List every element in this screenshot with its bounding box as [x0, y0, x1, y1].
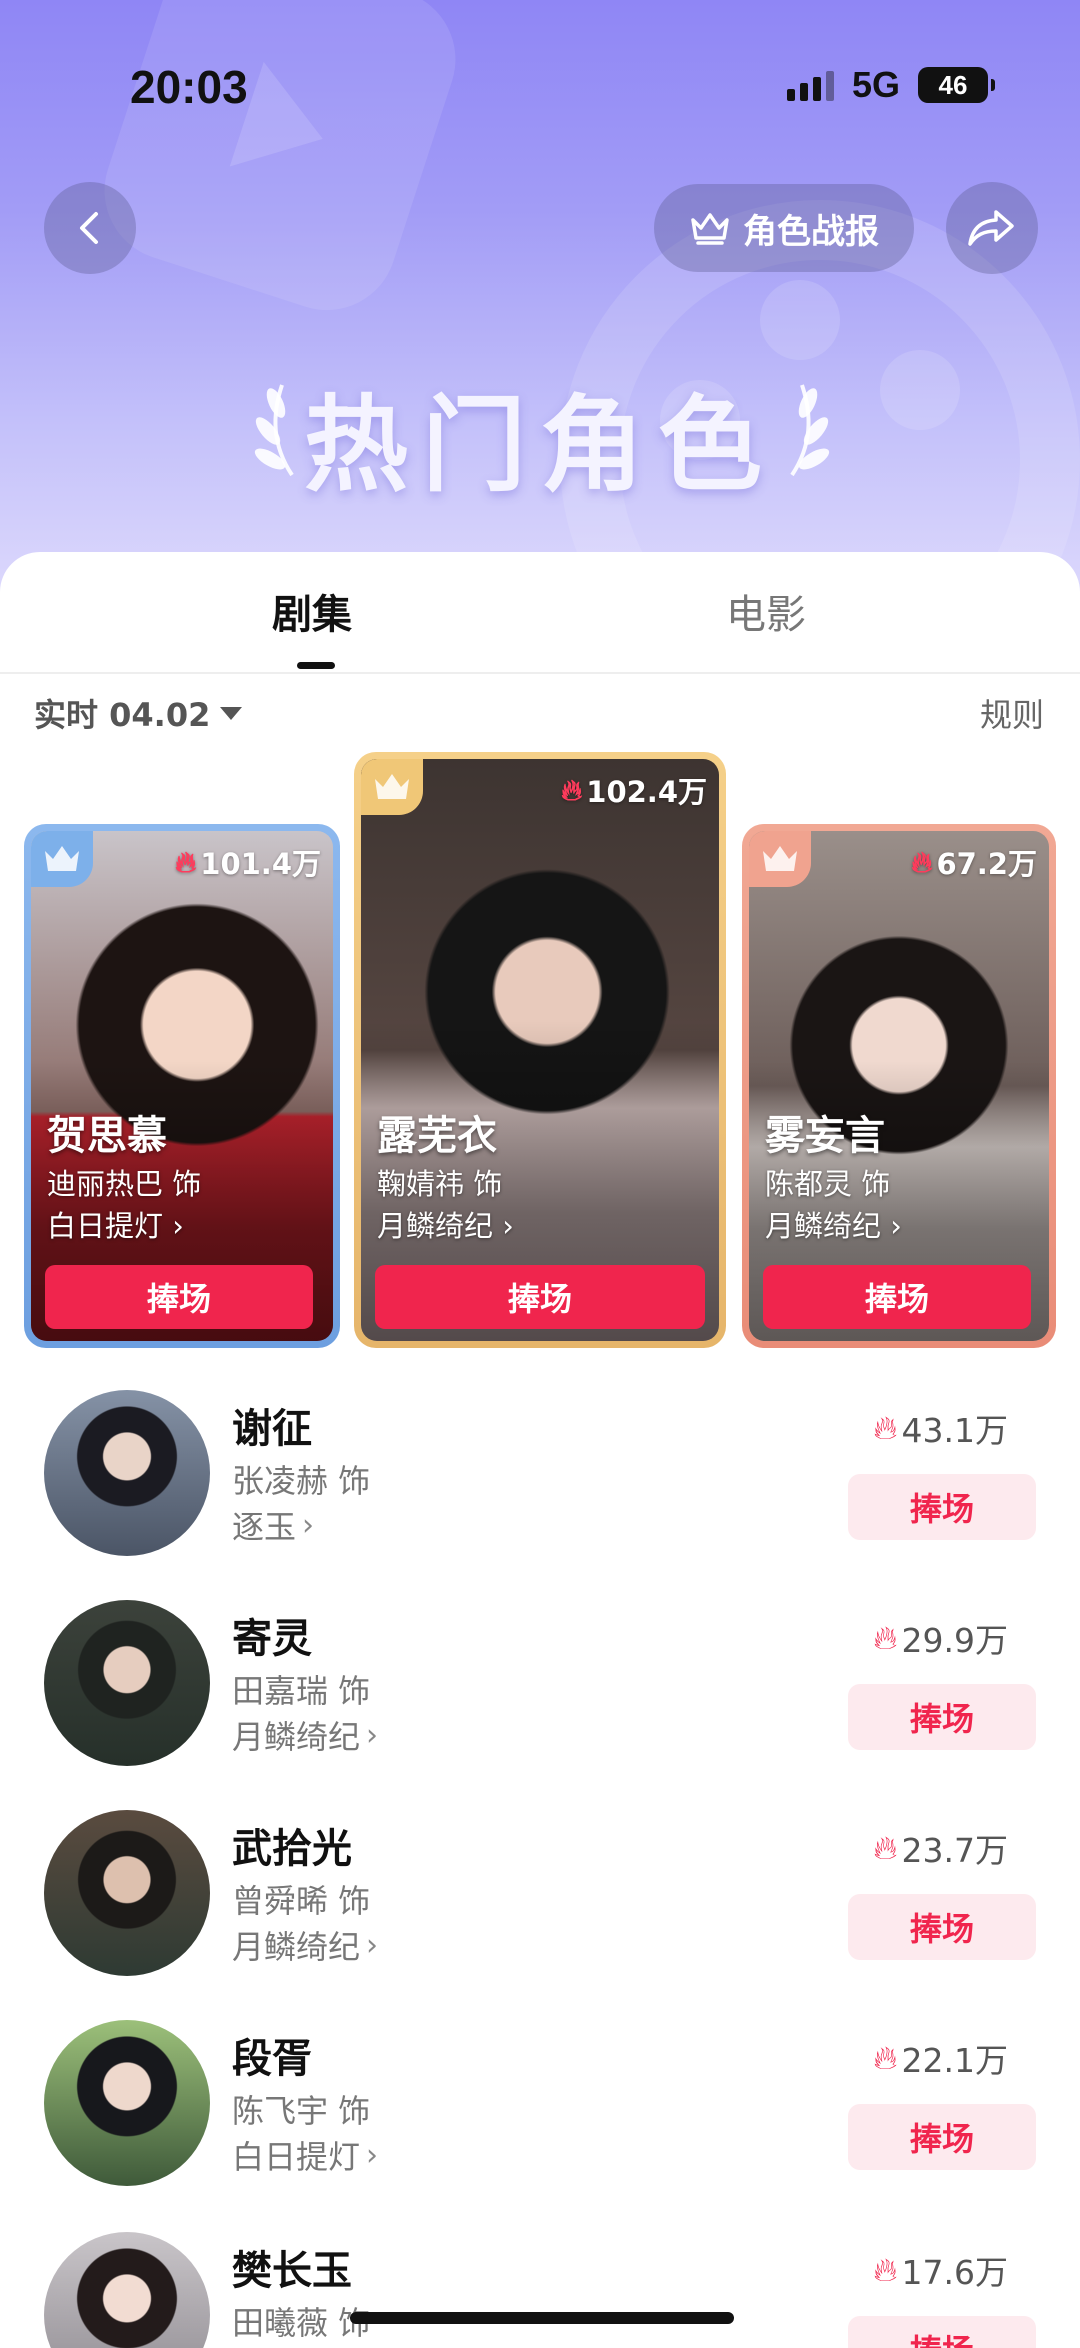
heat-value: 🔥︎ 102.4万 — [560, 772, 707, 810]
cheer-button[interactable]: 捧场 — [763, 1265, 1031, 1329]
avatar[interactable] — [44, 2020, 210, 2186]
battery-icon: 46 — [918, 67, 995, 103]
role-report-button[interactable]: 角色战报 — [654, 184, 914, 272]
list-item[interactable]: 段胥 陈飞宇 饰 白日提灯 › 🔥︎ 22.1万 捧场 — [0, 2020, 1080, 2190]
share-button[interactable] — [946, 182, 1038, 274]
actor-name: 鞠婧祎 饰 — [377, 1167, 503, 1201]
crown-gold-icon — [361, 759, 423, 815]
avatar[interactable] — [44, 1810, 210, 1976]
cheer-button[interactable]: 捧场 — [848, 2104, 1036, 2170]
heat-value: 🔥︎ 29.9万 — [873, 1618, 1008, 1660]
tab-movies[interactable]: 电影 — [726, 582, 806, 640]
top-card-rank-2[interactable]: 🔥︎ 101.4万 贺思慕 迪丽热巴 饰 白日提灯 › 捧场 — [24, 824, 340, 1348]
rules-link[interactable]: 规则 — [980, 690, 1044, 736]
character-name: 露芜衣 — [377, 1113, 497, 1159]
character-name: 武拾光 — [232, 1826, 352, 1872]
role-report-label: 角色战报 — [743, 211, 879, 252]
cheer-button[interactable]: 捧场 — [375, 1265, 705, 1329]
chevron-right-icon: › — [890, 1209, 902, 1243]
show-link[interactable]: 逐玉 › — [232, 1502, 314, 1548]
heat-value: 🔥︎ 22.1万 — [873, 2038, 1008, 2080]
avatar[interactable] — [44, 2232, 210, 2348]
list-item[interactable]: 谢征 张凌赫 饰 逐玉 › 🔥︎ 43.1万 捧场 — [0, 1390, 1080, 1560]
crown-bronze-icon — [749, 831, 811, 887]
heat-value: 🔥︎ 17.6万 — [873, 2250, 1008, 2292]
show-link[interactable]: 白日提灯 › — [232, 2132, 378, 2178]
show-link[interactable]: 月鳞绮纪 › — [232, 1712, 378, 1758]
heat-value: 🔥︎ 101.4万 — [174, 844, 321, 882]
cheer-button[interactable]: 捧场 — [848, 1474, 1036, 1540]
tab-active-indicator — [297, 662, 335, 669]
show-link[interactable]: 月鳞绮纪 › — [765, 1203, 902, 1245]
flame-icon: 🔥︎ — [873, 1828, 898, 1867]
cheer-button[interactable]: 捧场 — [848, 1684, 1036, 1750]
character-name: 寄灵 — [232, 1616, 312, 1662]
flame-icon: 🔥︎ — [873, 2038, 898, 2077]
chevron-right-icon: › — [502, 1209, 514, 1243]
flame-icon: 🔥︎ — [560, 772, 583, 807]
list-item[interactable]: 武拾光 曾舜晞 饰 月鳞绮纪 › 🔥︎ 23.7万 捧场 — [0, 1810, 1080, 1980]
list-item[interactable]: 寄灵 田嘉瑞 饰 月鳞绮纪 › 🔥︎ 29.9万 捧场 — [0, 1600, 1080, 1770]
flame-icon: 🔥︎ — [873, 1408, 898, 1447]
cheer-button[interactable]: 捧场 — [848, 1894, 1036, 1960]
share-icon — [968, 210, 1014, 246]
character-name: 贺思慕 — [47, 1113, 167, 1159]
caret-down-icon — [220, 706, 243, 720]
top-card-rank-3[interactable]: 🔥︎ 67.2万 雾妄言 陈都灵 饰 月鳞绮纪 › 捧场 — [742, 824, 1056, 1348]
avatar[interactable] — [44, 1390, 210, 1556]
signal-icon — [786, 69, 834, 101]
list-item[interactable]: 樊长玉 田曦薇 饰 🔥︎17.6万 捧场 — [0, 2232, 1080, 2348]
network-type: 5G — [851, 64, 900, 105]
avatar[interactable] — [44, 1600, 210, 1766]
flame-icon: 🔥︎ — [873, 1618, 898, 1657]
actor-name: 田嘉瑞 饰 — [232, 1672, 371, 1710]
laurel-right-icon — [790, 384, 830, 477]
divider — [0, 672, 1080, 674]
crown-icon — [691, 213, 729, 245]
flame-icon: 🔥︎ — [911, 844, 933, 879]
tab-bar: 剧集 电影 — [0, 582, 1080, 672]
cheer-button[interactable]: 捧场 — [45, 1265, 313, 1329]
back-button[interactable] — [44, 182, 136, 274]
show-link[interactable]: 白日提灯 › — [47, 1203, 184, 1245]
cheer-button[interactable]: 捧场 — [848, 2316, 1036, 2348]
character-name: 樊长玉 — [232, 2248, 352, 2294]
play-decoration-icon — [86, 0, 474, 329]
chevron-left-icon — [80, 212, 98, 244]
flame-icon: 🔥︎ — [873, 2250, 898, 2289]
character-name: 雾妄言 — [765, 1113, 885, 1159]
show-link[interactable]: 月鳞绮纪 › — [232, 1922, 378, 1968]
time-filter-label: 实时 04.02 — [34, 696, 211, 734]
heat-value: 🔥︎ 23.7万 — [873, 1828, 1008, 1870]
chevron-right-icon: › — [366, 1717, 379, 1753]
character-name: 段胥 — [232, 2036, 312, 2082]
character-name: 谢征 — [232, 1406, 312, 1452]
actor-name: 陈飞宇 饰 — [232, 2092, 371, 2130]
status-indicators: 5G 46 — [786, 64, 995, 106]
tab-series[interactable]: 剧集 — [272, 582, 352, 640]
actor-name: 陈都灵 饰 — [765, 1167, 891, 1201]
show-link[interactable]: 月鳞绮纪 › — [377, 1203, 514, 1245]
heat-value: 🔥︎ 43.1万 — [873, 1408, 1008, 1450]
status-time: 20:03 — [130, 61, 248, 113]
chevron-right-icon: › — [366, 2137, 379, 2173]
chevron-right-icon: › — [302, 1507, 315, 1543]
heat-value: 🔥︎ 67.2万 — [911, 844, 1037, 882]
home-indicator[interactable] — [350, 2312, 734, 2324]
crown-silver-icon — [31, 831, 93, 887]
flame-icon: 🔥︎ — [174, 844, 197, 879]
chevron-right-icon: › — [366, 1927, 379, 1963]
chevron-right-icon: › — [172, 1209, 184, 1243]
time-filter-dropdown[interactable]: 实时 04.02 — [34, 690, 243, 736]
top-card-rank-1[interactable]: 🔥︎ 102.4万 露芜衣 鞠婧祎 饰 月鳞绮纪 › 捧场 — [354, 752, 726, 1348]
actor-name: 张凌赫 饰 — [232, 1462, 371, 1500]
actor-name: 迪丽热巴 饰 — [47, 1167, 202, 1201]
page-title: 热门角色 — [303, 384, 776, 506]
actor-name: 曾舜晞 饰 — [232, 1882, 371, 1920]
actor-name: 田曦薇 饰 — [232, 2304, 371, 2342]
